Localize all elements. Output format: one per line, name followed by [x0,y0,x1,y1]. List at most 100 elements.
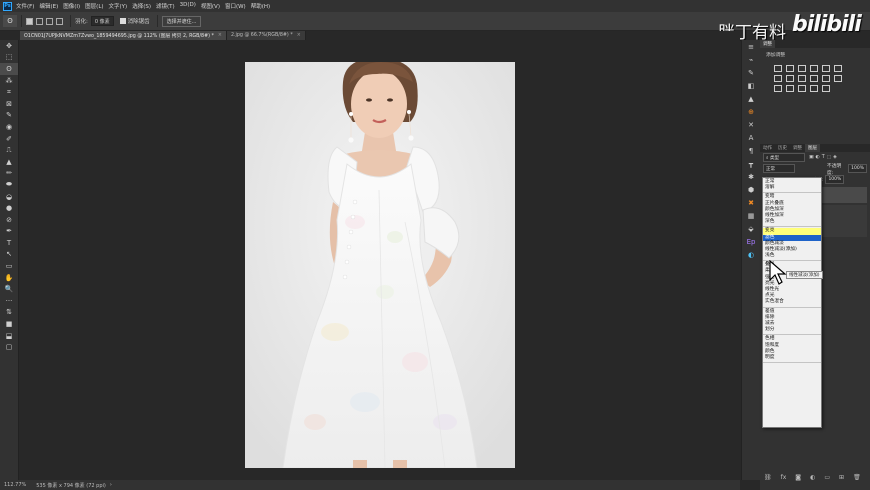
menu-item[interactable]: 编辑(E) [39,2,58,10]
panel-icon[interactable]: ⌁ [742,53,760,66]
new-selection-icon[interactable] [26,17,33,25]
panel-icon[interactable]: A [742,131,760,144]
tool-icon[interactable]: ▲ [0,156,18,168]
tool-icon[interactable]: ⊠ [0,98,18,110]
feather-input[interactable]: 0 像素 [90,16,114,26]
hue-icon[interactable] [774,75,782,82]
tool-icon[interactable]: ⌗ [0,86,18,98]
tab-2[interactable]: 调整 [790,144,805,152]
link-icon[interactable]: ⛓ [764,474,772,481]
lasso-preset-icon[interactable]: ʘ [3,15,17,27]
close-icon[interactable]: × [297,33,301,38]
menu-item[interactable]: 文件(F) [16,2,34,10]
tool-icon[interactable]: ✒ [0,226,18,238]
tool-icon[interactable]: ʘ [0,63,18,75]
color-balance-icon[interactable] [786,75,794,82]
photo-filter-icon[interactable] [810,75,818,82]
brightness-icon[interactable] [774,65,782,72]
document-tab[interactable]: O1CN01J7UPJkNVMZm7Zvwo_1859494695.jpg @ … [20,31,227,40]
tab-1[interactable]: 历史 [775,144,790,152]
panel-icon[interactable]: Ep [742,235,760,248]
posterize-icon[interactable] [786,85,794,92]
dropdown-item[interactable]: 明度 [763,355,821,361]
panel-icon[interactable]: ▲ [742,92,760,105]
fill-input[interactable]: 100% [825,175,845,184]
document-info[interactable]: 535 像素 x 794 像素 (72 ppi) [36,482,106,489]
menu-item[interactable]: 图像(I) [63,2,80,10]
dropdown-item[interactable]: 划分 [763,327,821,333]
tool-icon[interactable]: ✋ [0,272,18,284]
vibrance-icon[interactable] [822,65,830,72]
document-tab[interactable]: 2.jpg @ 66.7%(RGB/8#) * × [226,31,306,40]
curves-icon[interactable] [798,65,806,72]
panel-icon[interactable]: ⬙ [742,222,760,235]
panel-icon[interactable]: ┳ [742,157,760,170]
opacity-input[interactable]: 100% [848,164,867,173]
select-and-mask-button[interactable]: 选择并遮住... [161,15,202,27]
tool-icon[interactable]: ■ [0,318,18,330]
black-white-icon[interactable] [798,75,806,82]
channel-mixer-icon[interactable] [822,75,830,82]
tool-icon[interactable]: ⇅ [0,307,18,319]
tool-icon[interactable]: ··· [0,295,18,307]
blend-mode-select[interactable]: 正常 [763,164,795,173]
tool-icon[interactable]: T [0,237,18,249]
layer-kind-filter[interactable]: ⌕ 类型 [763,153,805,162]
tool-icon[interactable]: ⊘ [0,214,18,226]
tool-icon[interactable]: ⁂ [0,75,18,87]
panel-icon[interactable]: ✖ [742,196,760,209]
intersect-selection-icon[interactable] [56,17,63,25]
tool-icon[interactable]: ● [0,202,18,214]
menu-item[interactable]: 3D(D) [180,2,196,10]
antialias-checkbox[interactable] [119,18,126,24]
filter-icons[interactable]: ▣◐T⬚◈ [809,155,839,160]
panel-icon[interactable]: ◐ [742,248,760,261]
panel-icon[interactable]: ▦ [742,209,760,222]
panel-icon[interactable]: ⊕ [742,105,760,118]
dropdown-item[interactable]: 深色 [763,219,821,225]
panel-icon[interactable]: ≡ [742,40,760,53]
dropdown-item[interactable]: 实色混合 [763,299,821,305]
panel-icon[interactable]: ✱ [742,170,760,183]
panel-icon[interactable]: ¶ [742,144,760,157]
triangle-icon[interactable] [834,65,842,72]
panel-icon[interactable]: ✎ [742,66,760,79]
close-icon[interactable]: ✕ [857,13,862,20]
trash-icon[interactable]: 🗑 [853,474,861,481]
exposure-icon[interactable] [810,65,818,72]
selective-color-icon[interactable] [822,85,830,92]
folder-icon[interactable]: ▭ [824,474,830,481]
menu-item[interactable]: 窗口(W) [225,2,246,10]
panel-icon[interactable]: ⬢ [742,183,760,196]
panel-icon[interactable]: ✕ [742,118,760,131]
menu-item[interactable]: 滤镜(T) [156,2,175,10]
color-lookup-icon[interactable] [834,75,842,82]
levels-icon[interactable] [786,65,794,72]
invert-icon[interactable] [774,85,782,92]
tool-icon[interactable]: ▢ [0,341,18,353]
fx-icon[interactable]: fx [781,474,787,481]
tool-icon[interactable]: ↖ [0,249,18,261]
zoom-readout[interactable]: 112.77% [4,482,26,488]
document-canvas[interactable] [245,62,515,468]
menu-item[interactable]: 图层(L) [85,2,103,10]
tool-icon[interactable]: ✏ [0,168,18,180]
gradient-map-icon[interactable] [810,85,818,92]
panel-icon[interactable]: ◧ [742,79,760,92]
dropdown-item[interactable]: 溶解 [763,185,821,191]
tool-icon[interactable]: ✥ [0,40,18,52]
tool-icon[interactable]: ✐ [0,133,18,145]
tool-icon[interactable]: ◒ [0,191,18,203]
menu-item[interactable]: 文字(Y) [109,2,128,10]
adjustment-icon[interactable]: ◐ [810,474,815,481]
menu-item[interactable]: 帮助(H) [251,2,270,10]
dropdown-item[interactable]: 浅色 [763,253,821,259]
tab-3[interactable]: 图层 [805,144,820,152]
mask-icon[interactable]: ◙ [795,474,801,481]
tab-adjustments[interactable]: 调整 [760,40,775,48]
tool-icon[interactable]: ⬓ [0,330,18,342]
tool-icon[interactable]: 🔍 [0,283,18,295]
threshold-icon[interactable] [798,85,806,92]
minimize-icon[interactable]: – [852,13,855,20]
menu-item[interactable]: 视图(V) [201,2,220,10]
